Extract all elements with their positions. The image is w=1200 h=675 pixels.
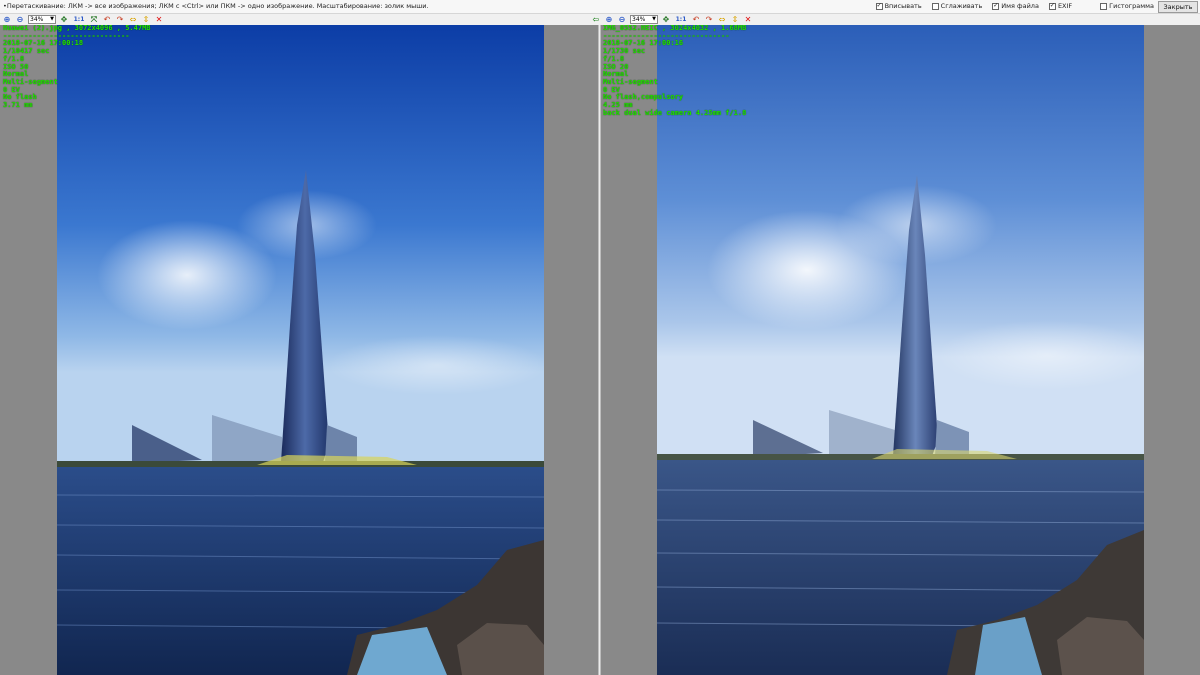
back-arrow-icon[interactable]: ⇦ (591, 15, 601, 25)
rotate-right-icon[interactable]: ↷ (704, 15, 714, 25)
option-filename[interactable]: ✓ Имя файла (992, 2, 1039, 10)
zoom-select-right[interactable]: 34% ▼ (630, 15, 658, 24)
hint-bar: •Перетаскивание: ЛКМ -> все изображения;… (0, 0, 1200, 14)
checkbox-icon[interactable]: ✓ (992, 2, 1000, 10)
exif-overlay-right: IMG_0552.HEIC , 3024x4032 , 1.68MB -----… (603, 25, 746, 117)
exif-overlay-left: Huawei (2).jpg , 3072x4096 , 5.47MB ----… (3, 25, 151, 110)
rotate-right-icon[interactable]: ↷ (115, 15, 125, 25)
flip-horizontal-icon[interactable]: ⇔ (128, 15, 138, 25)
option-exif[interactable]: ✓ EXIF (1048, 2, 1072, 10)
rotate-left-icon[interactable]: ↶ (102, 15, 112, 25)
fit-width-icon[interactable]: ✥ (661, 15, 671, 25)
zoom-in-icon[interactable]: ⊕ (604, 15, 614, 25)
fit-window-icon[interactable]: ⤧ (89, 15, 99, 25)
exif-lens: back dual wide camera 4.25mm f/1.8 (603, 108, 747, 117)
zoom-select-left[interactable]: 34% ▼ (28, 15, 56, 24)
image-pane-left[interactable]: Huawei (2).jpg , 3072x4096 , 5.47MB ----… (0, 25, 598, 675)
chevron-down-icon: ▼ (50, 16, 54, 22)
photo-left[interactable] (57, 25, 544, 675)
flip-horizontal-icon[interactable]: ⇔ (717, 15, 727, 25)
zoom-out-icon[interactable]: ⊖ (617, 15, 627, 25)
close-image-icon[interactable]: ✕ (743, 15, 753, 25)
checkbox-icon[interactable]: ✓ (1048, 2, 1056, 10)
actual-size-button[interactable]: 1:1 (674, 15, 688, 25)
actual-size-button[interactable]: 1:1 (72, 15, 86, 25)
fit-width-icon[interactable]: ✥ (59, 15, 69, 25)
close-image-icon[interactable]: ✕ (154, 15, 164, 25)
zoom-out-icon[interactable]: ⊖ (15, 15, 25, 25)
zoom-in-icon[interactable]: ⊕ (2, 15, 12, 25)
exif-focal-length: 3.71 mm (3, 101, 33, 110)
option-fit[interactable]: ✓ Вписывать (875, 2, 922, 10)
usage-hint: •Перетаскивание: ЛКМ -> все изображения;… (3, 2, 429, 10)
left-toolbar: ⊕ ⊖ 34% ▼ ✥ 1:1 ⤧ ↶ ↷ ⇔ ⇕ ✕ (2, 14, 164, 25)
flip-vertical-icon[interactable]: ⇕ (141, 15, 151, 25)
right-toolbar: ⇦ ⊕ ⊖ 34% ▼ ✥ 1:1 ↶ ↷ ⇔ ⇕ ✕ (591, 14, 753, 25)
exif-metering: Multi-segment (603, 77, 658, 86)
checkbox-icon[interactable] (1100, 2, 1108, 10)
view-options: ✓ Вписывать Сглаживать ✓ Имя файла ✓ EXIF Г… (875, 2, 1154, 10)
exif-shutter: 1/1730 sec (603, 47, 646, 56)
photo-right[interactable] (657, 25, 1144, 675)
option-smooth[interactable]: Сглаживать (931, 2, 982, 10)
image-pane-right[interactable]: IMG_0552.HEIC , 3024x4032 , 1.68MB -----… (601, 25, 1200, 675)
close-button[interactable]: Закрыть (1158, 1, 1198, 13)
checkbox-icon[interactable] (931, 2, 939, 10)
exif-shutter: 1/10417 sec (3, 47, 50, 56)
chevron-down-icon: ▼ (652, 16, 656, 22)
rotate-left-icon[interactable]: ↶ (691, 15, 701, 25)
option-histogram[interactable]: Гистограмма (1100, 2, 1154, 10)
flip-vertical-icon[interactable]: ⇕ (730, 15, 740, 25)
checkbox-icon[interactable]: ✓ (875, 2, 883, 10)
exif-metering: Multi-segment (3, 77, 58, 86)
